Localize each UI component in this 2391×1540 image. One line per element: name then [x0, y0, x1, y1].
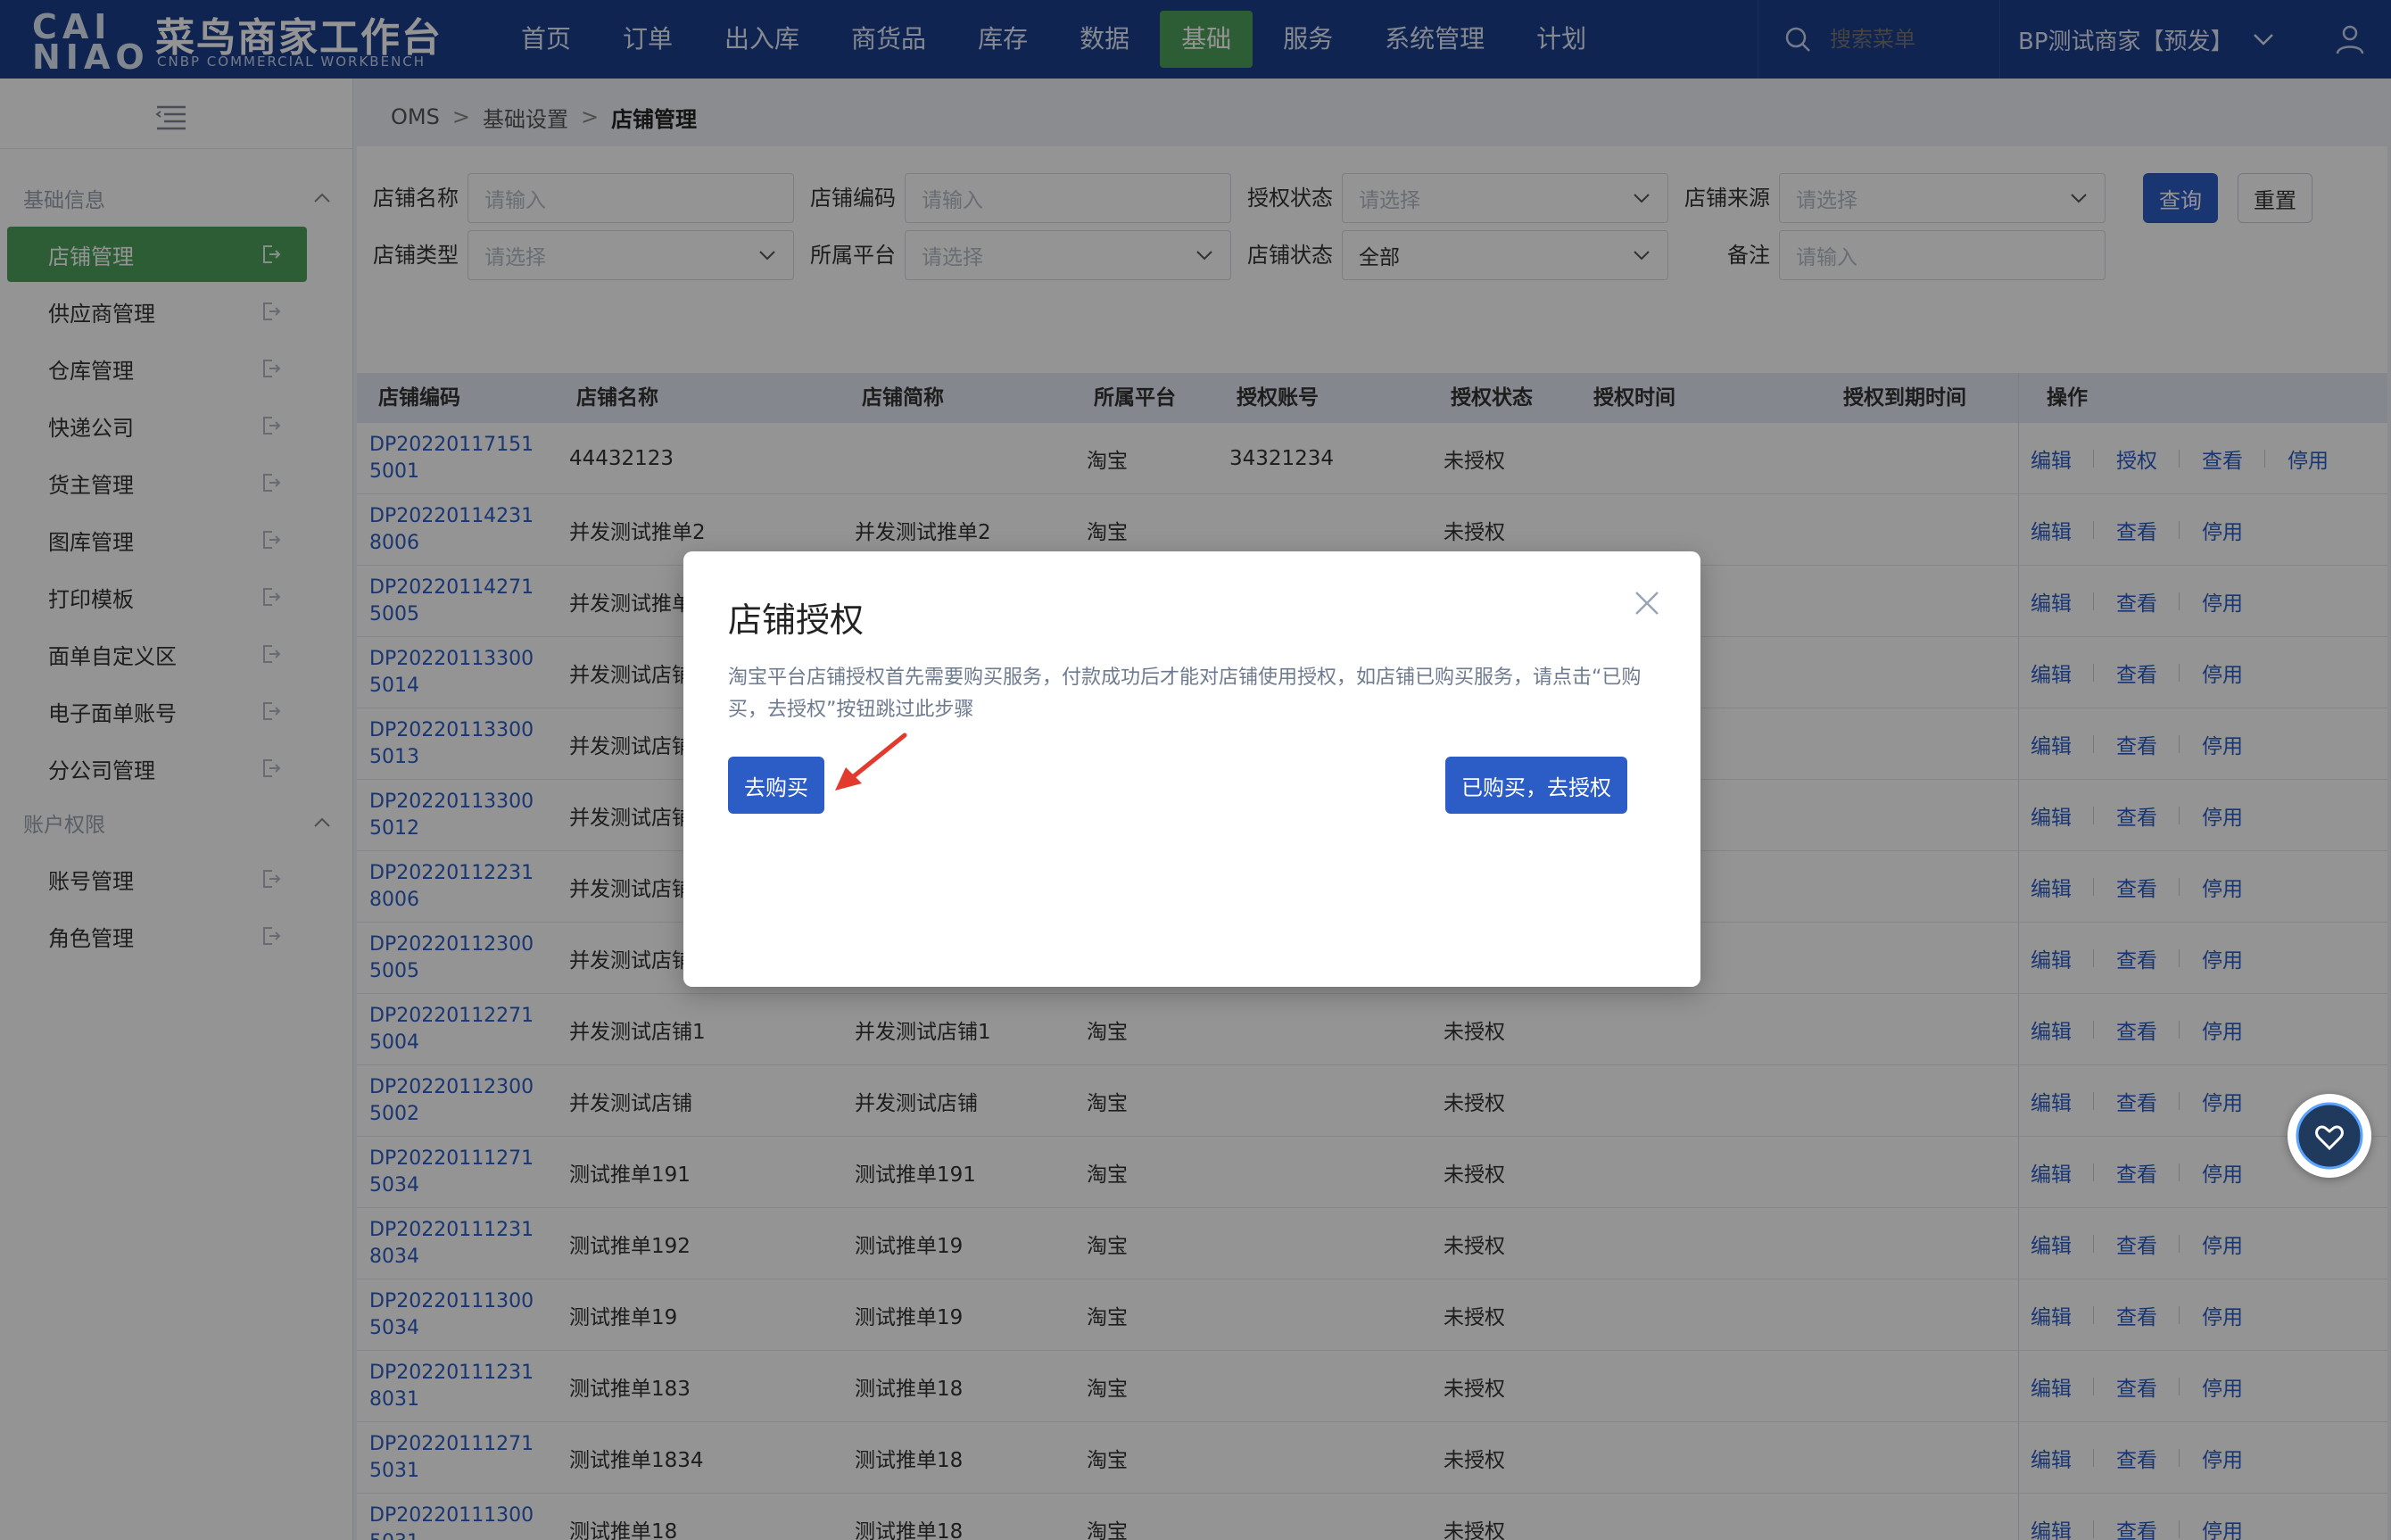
buy-button[interactable]: 去购买 — [728, 757, 824, 814]
close-icon[interactable] — [1633, 589, 1661, 617]
modal-description: 淘宝平台店铺授权首先需要购买服务，付款成功后才能对店铺使用授权，如店铺已购买服务… — [728, 667, 1642, 721]
modal-title: 店铺授权 — [728, 600, 865, 640]
heart-help-icon — [2296, 1102, 2363, 1170]
purchased-authorize-button[interactable]: 已购买，去授权 — [1445, 757, 1627, 814]
floating-help-button[interactable] — [2288, 1094, 2371, 1178]
red-arrow-annotation — [835, 733, 907, 791]
